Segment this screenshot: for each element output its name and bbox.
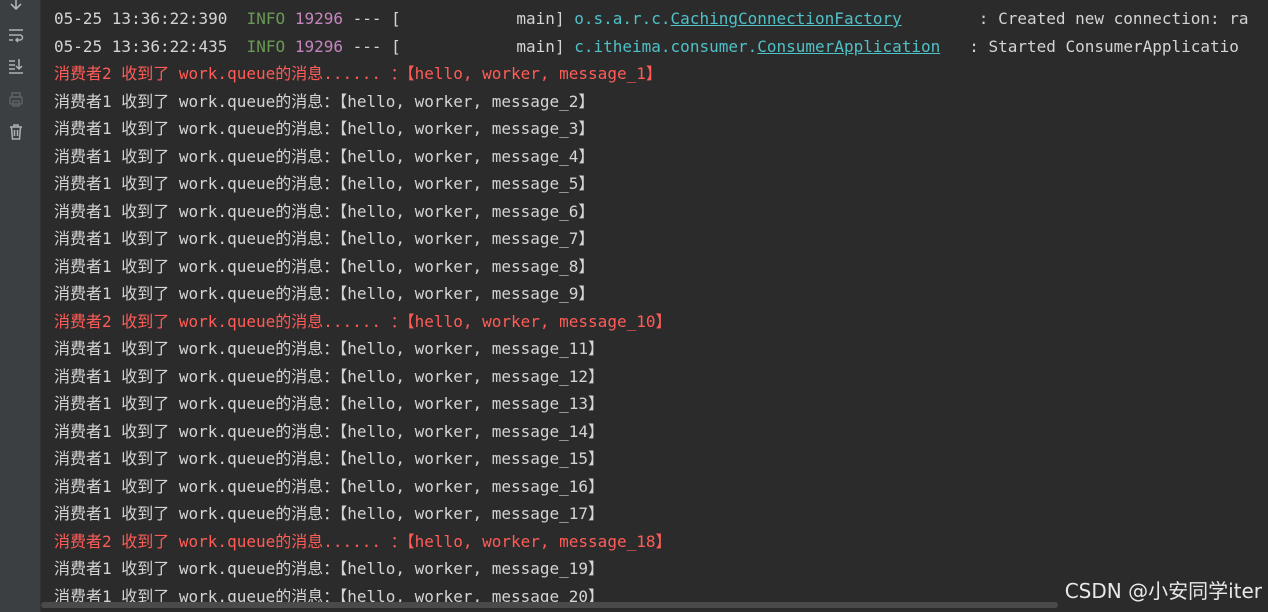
pid: 19296 (294, 9, 343, 28)
timestamp: 05-25 13:36:22:435 (54, 36, 228, 56)
print-icon (6, 89, 26, 109)
clipped-previous-line (54, 0, 1254, 4)
console-line: 消费者1 收到了 work.queue的消息：【hello, worker, m… (54, 229, 595, 248)
timestamp: 05-25 13:36:22:390 (54, 9, 228, 28)
logger-package: o.s.a.r.c. (574, 9, 671, 28)
scroll-to-end-icon[interactable] (6, 56, 26, 76)
separator: --- [ (352, 36, 401, 56)
console-line: 消费者1 收到了 work.queue的消息：【hello, worker, m… (54, 201, 595, 221)
log-level: INFO (246, 36, 286, 56)
console-line: 消费者1 收到了 work.queue的消息：【hello, worker, m… (54, 146, 595, 166)
console-line: 消费者2 收到了 work.queue的消息...... ：【hello, wo… (54, 311, 672, 331)
console-line: 消费者1 收到了 work.queue的消息：【hello, worker, m… (54, 476, 605, 496)
console-line: 消费者1 收到了 work.queue的消息：【hello, worker, m… (54, 256, 595, 276)
run-console-window: 05-25 13:36:22:390 INFO 19296 --- [ main… (0, 0, 1268, 612)
logger-class-link[interactable]: ConsumerApplication (757, 37, 940, 56)
console-line: 消费者2 收到了 work.queue的消息...... ：【hello, wo… (54, 531, 672, 551)
soft-wrap-icon[interactable] (6, 25, 26, 45)
console-line: 消费者1 收到了 work.queue的消息：【hello, worker, m… (54, 339, 605, 358)
console-line: 消费者1 收到了 work.queue的消息：【hello, worker, m… (54, 174, 595, 193)
logger-package: c.itheima.consumer. (574, 36, 758, 56)
separator: --- [ (352, 9, 401, 28)
console-line: 消费者1 收到了 work.queue的消息：【hello, worker, m… (54, 504, 605, 523)
console-output[interactable]: 05-25 13:36:22:390 INFO 19296 --- [ main… (41, 0, 1268, 612)
trash-icon[interactable] (6, 122, 26, 142)
console-line: 消费者1 收到了 work.queue的消息：【hello, worker, m… (54, 91, 595, 111)
arrow-down-icon[interactable] (6, 0, 26, 14)
console-line: 消费者1 收到了 work.queue的消息：【hello, worker, m… (54, 119, 595, 138)
logger-class-link[interactable]: CachingConnectionFactory (671, 9, 902, 28)
console-line: 消费者1 收到了 work.queue的消息：【hello, worker, m… (54, 394, 605, 413)
console-line: 消费者1 收到了 work.queue的消息：【hello, worker, m… (54, 421, 605, 441)
log-line: 05-25 13:36:22:435 INFO 19296 --- [ main… (54, 33, 1239, 61)
thread-name: main] (516, 36, 565, 56)
thread-name: main] (516, 9, 565, 28)
log-message: : Created new connection: ra (978, 9, 1249, 28)
horizontal-scrollbar[interactable] (41, 602, 1058, 608)
console-line: 消费者1 收到了 work.queue的消息：【hello, worker, m… (54, 449, 605, 468)
console-line: 消费者1 收到了 work.queue的消息：【hello, worker, m… (54, 284, 595, 303)
console-line: 消费者1 收到了 work.queue的消息：【hello, worker, m… (54, 366, 605, 386)
log-message: : Started ConsumerApplicatio (969, 36, 1239, 56)
csdn-watermark: CSDN @小安同学iter (1064, 579, 1262, 603)
log-line: 05-25 13:36:22:390 INFO 19296 --- [ main… (54, 5, 1249, 33)
console-line: 消费者2 收到了 work.queue的消息...... ：【hello, wo… (54, 64, 662, 83)
pid: 19296 (294, 36, 343, 56)
console-toolbar (0, 0, 41, 612)
console-line: 消费者1 收到了 work.queue的消息：【hello, worker, m… (54, 559, 605, 578)
log-level: INFO (246, 9, 286, 28)
